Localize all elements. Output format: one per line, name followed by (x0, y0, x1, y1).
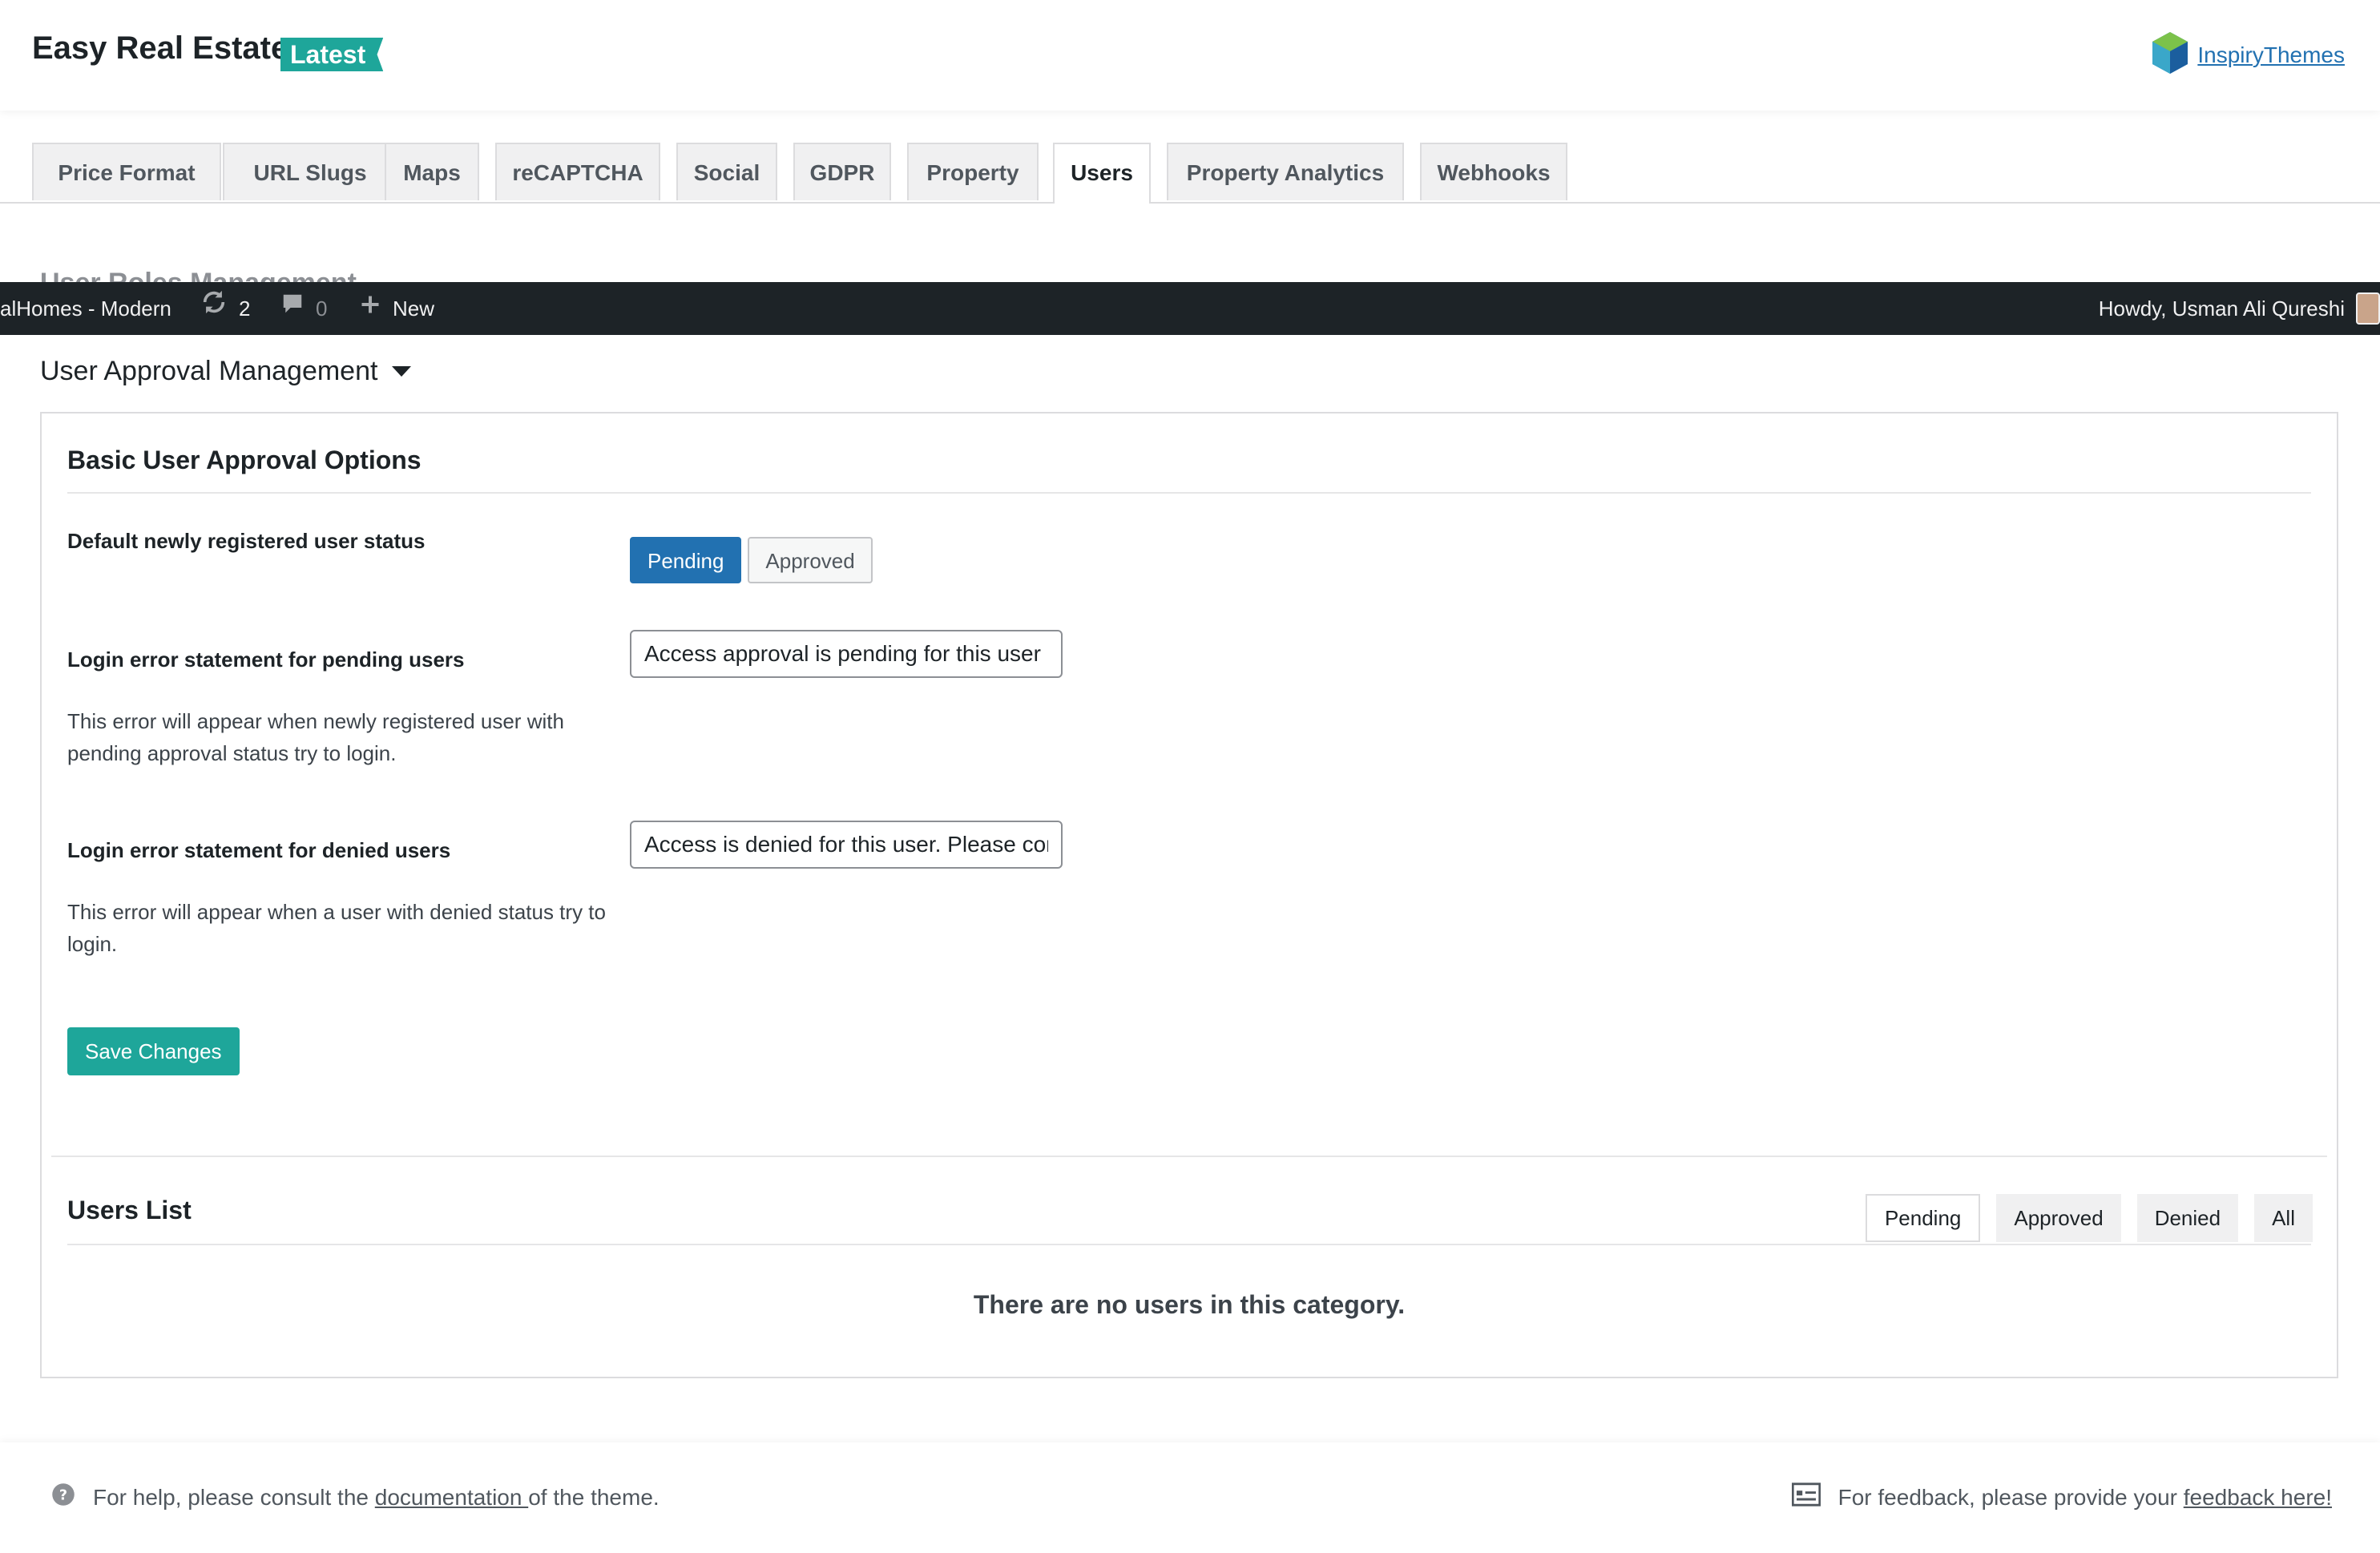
tab-gdpr[interactable]: GDPR (793, 143, 891, 200)
user-approval-panel: Basic User Approval Options Default newl… (40, 412, 2338, 1378)
tab-url-slugs[interactable]: URL Slugs (223, 143, 397, 200)
pending-error-desc: This error will appear when newly regist… (67, 709, 564, 765)
basic-options-title: Basic User Approval Options (67, 446, 422, 474)
denied-error-desc: This error will appear when a user with … (67, 900, 606, 956)
admin-bar-comments[interactable]: 0 (280, 282, 327, 335)
default-status-switch: Pending Approved (630, 537, 873, 583)
default-status-label: Default newly registered user status (67, 529, 426, 553)
comments-count: 0 (316, 296, 328, 321)
feedback-link[interactable]: feedback here! (2184, 1485, 2332, 1510)
admin-bar-new[interactable]: New (359, 282, 434, 335)
tab-social[interactable]: Social (676, 143, 777, 200)
feedback-form-icon (1791, 1482, 1821, 1512)
help-prefix: For help, please consult the (93, 1484, 375, 1510)
updates-icon (200, 282, 228, 335)
pending-error-label: Login error statement for pending users (67, 647, 465, 672)
wp-admin-bar: alHomes - Modern 2 0 New Howdy, Usman Al… (0, 282, 2380, 335)
filter-denied[interactable]: Denied (2136, 1194, 2239, 1242)
filter-pending[interactable]: Pending (1865, 1194, 1981, 1242)
feedback-note: For feedback, please provide your feedba… (1791, 1482, 2332, 1512)
caret-down-icon (392, 366, 412, 377)
plus-icon (359, 282, 381, 335)
user-approval-title: User Approval Management (40, 356, 378, 386)
admin-bar-account[interactable]: Howdy, Usman Ali Qureshi (2099, 282, 2380, 335)
settings-tabs: Price Format URL Slugs Maps reCAPTCHA So… (0, 143, 2380, 204)
tab-webhooks[interactable]: Webhooks (1420, 143, 1567, 200)
site-name-label: alHomes - Modern (0, 296, 171, 321)
svg-text:?: ? (59, 1487, 67, 1503)
divider (67, 1244, 2311, 1245)
empty-users-message: There are no users in this category. (973, 1290, 1406, 1319)
plugin-footer: ? For help, please consult the documenta… (0, 1442, 2380, 1553)
help-suffix: of the theme. (528, 1484, 660, 1510)
howdy-label: Howdy, Usman Ali Qureshi (2098, 296, 2345, 321)
vendor-link[interactable]: InspiryThemes (2197, 42, 2345, 68)
filter-approved[interactable]: Approved (1996, 1194, 2121, 1242)
admin-bar-updates[interactable]: 2 (200, 282, 250, 335)
users-list-title: Users List (67, 1196, 192, 1224)
pending-error-input[interactable] (630, 630, 1063, 678)
vendor-link-group[interactable]: InspiryThemes (2149, 30, 2345, 79)
comment-icon (280, 282, 305, 335)
user-approval-toggle[interactable]: User Approval Management (40, 356, 412, 387)
plugin-header: Easy Real Estate Latest InspiryThemes (0, 0, 2380, 111)
avatar (2356, 292, 2380, 325)
admin-bar-site-name[interactable]: alHomes - Modern (0, 282, 171, 335)
filter-all[interactable]: All (2254, 1194, 2313, 1242)
status-approved-button[interactable]: Approved (748, 537, 873, 583)
documentation-link[interactable]: documentation (375, 1485, 528, 1510)
updates-count: 2 (239, 296, 251, 321)
help-note: ? For help, please consult the documenta… (51, 1482, 660, 1512)
status-pending-button[interactable]: Pending (630, 537, 742, 583)
tab-property-analytics[interactable]: Property Analytics (1167, 143, 1404, 200)
save-changes-button[interactable]: Save Changes (67, 1027, 240, 1075)
denied-error-label: Login error statement for denied users (67, 838, 451, 862)
version-badge: Latest (280, 38, 384, 71)
feedback-prefix: For feedback, please provide your (1837, 1484, 2184, 1510)
new-label: New (393, 296, 435, 321)
tab-users[interactable]: Users (1053, 143, 1151, 204)
tab-maps[interactable]: Maps (385, 143, 479, 200)
inspirythemes-logo-icon (2149, 30, 2191, 79)
divider (67, 492, 2311, 494)
users-list-filters: Pending Approved Denied All (1865, 1194, 2313, 1242)
denied-error-input[interactable] (630, 821, 1063, 869)
tab-price-format[interactable]: Price Format (32, 143, 221, 200)
divider (51, 1156, 2327, 1157)
plugin-title: Easy Real Estate (32, 30, 289, 66)
tab-recaptcha[interactable]: reCAPTCHA (495, 143, 660, 200)
tab-property[interactable]: Property (907, 143, 1039, 200)
question-circle-icon: ? (51, 1482, 75, 1512)
